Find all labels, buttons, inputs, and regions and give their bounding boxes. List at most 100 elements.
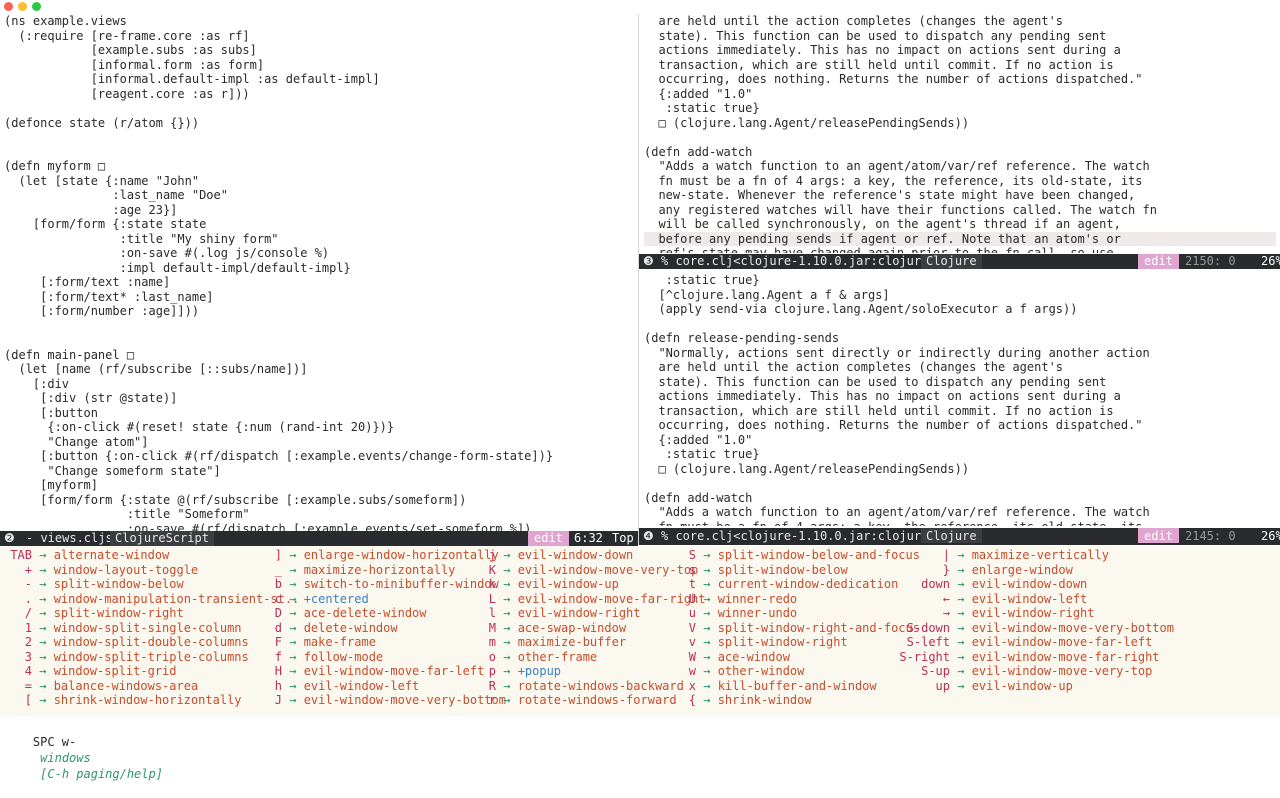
which-key-entry[interactable]: } → enlarge-window: [898, 563, 1174, 578]
paging-help-hint: [C-h paging/help]: [40, 767, 163, 781]
which-key-entry[interactable]: S-right → evil-window-move-far-right: [898, 650, 1174, 665]
which-key-entry[interactable]: l → evil-window-right: [482, 606, 706, 621]
which-key-entry[interactable]: t → current-window-dedication: [682, 577, 920, 592]
major-mode-label[interactable]: ClojureScript: [110, 531, 214, 546]
arrow-icon: →: [496, 649, 518, 664]
arrow-icon: →: [496, 548, 518, 562]
which-key-entry[interactable]: k → evil-window-up: [482, 577, 706, 592]
which-key-entry[interactable]: H → evil-window-move-far-left: [268, 664, 506, 679]
which-key-entry[interactable]: / → split-window-right: [4, 606, 299, 621]
arrow-icon: →: [696, 693, 718, 707]
cursor-position: 2145: 0: [1185, 529, 1236, 543]
which-key-entry[interactable]: J → evil-window-move-very-bottom: [268, 693, 506, 708]
which-key-key: .: [24, 591, 32, 606]
which-key-key: F: [274, 635, 282, 649]
arrow-icon: →: [496, 577, 518, 591]
which-key-entry[interactable]: F → make-frame: [268, 635, 506, 650]
which-key-entry[interactable]: down → evil-window-down: [898, 577, 1174, 592]
which-key-entry[interactable]: = → balance-windows-area: [4, 679, 299, 694]
which-key-entry[interactable]: [ → shrink-window-horizontally: [4, 693, 299, 708]
which-key-entry[interactable]: d → delete-window: [268, 621, 506, 636]
which-key-command: ace-swap-window: [517, 620, 627, 635]
code-line: new-state. Whenever the reference's stat…: [644, 188, 1136, 202]
which-key-entry[interactable]: 3 → window-split-triple-columns: [4, 650, 299, 665]
which-key-entry[interactable]: W → ace-window: [682, 650, 920, 665]
which-key-entry[interactable]: j → evil-window-down: [482, 548, 706, 563]
which-key-entry[interactable]: ← → evil-window-left: [898, 592, 1174, 607]
arrow-icon: →: [32, 620, 54, 635]
which-key-entry[interactable]: b → switch-to-minibuffer-window: [268, 577, 506, 592]
which-key-command: switch-to-minibuffer-window: [303, 577, 499, 591]
which-key-command: +popup: [517, 664, 562, 678]
which-key-key: V: [688, 620, 696, 635]
modeline-right-top: ❸ % core.clj<clojure-1.10.0.jar:clojure>…: [639, 254, 1280, 269]
which-key-entry[interactable]: K → evil-window-move-very-top: [482, 563, 706, 578]
which-key-entry[interactable]: - → split-window-below: [4, 577, 299, 592]
which-key-key: S-right: [899, 649, 950, 664]
which-key-entry[interactable]: x → kill-buffer-and-window: [682, 679, 920, 694]
which-key-entry[interactable]: → → evil-window-right: [898, 606, 1174, 621]
which-key-entry[interactable]: + → window-layout-toggle: [4, 563, 299, 578]
which-key-entry[interactable]: u → winner-undo: [682, 606, 920, 621]
which-key-entry[interactable]: 4 → window-split-grid: [4, 664, 299, 679]
which-key-entry[interactable]: 1 → window-split-single-column: [4, 621, 299, 636]
which-key-entry[interactable]: L → evil-window-move-far-right: [482, 592, 706, 607]
which-key-entry[interactable]: v → split-window-right: [682, 635, 920, 650]
which-key-entry[interactable]: U → winner-redo: [682, 592, 920, 607]
which-key-command: balance-windows-area: [53, 678, 199, 693]
arrow-icon: →: [32, 577, 54, 591]
which-key-command: ace-delete-window: [303, 606, 427, 620]
which-key-entry[interactable]: S-up → evil-window-move-very-top: [898, 664, 1174, 679]
which-key-entry[interactable]: up → evil-window-up: [898, 679, 1174, 694]
which-key-entry[interactable]: M → ace-swap-window: [482, 621, 706, 636]
which-key-key: [: [24, 693, 32, 707]
which-key-entry[interactable]: m → maximize-buffer: [482, 635, 706, 650]
which-key-entry[interactable]: D → ace-delete-window: [268, 606, 506, 621]
which-key-key: TAB: [10, 548, 32, 562]
which-key-entry[interactable]: o → other-frame: [482, 650, 706, 665]
which-key-entry[interactable]: R → rotate-windows-backward: [482, 679, 706, 694]
which-key-command: enlarge-window-horizontally: [303, 548, 499, 562]
major-mode-label[interactable]: Clojure: [921, 528, 982, 543]
which-key-entry[interactable]: | → maximize-vertically: [898, 548, 1174, 563]
which-key-entry[interactable]: TAB → alternate-window: [4, 548, 299, 563]
editor-left-views-cljs[interactable]: (ns example.views (:require [re-frame.co…: [4, 14, 634, 531]
which-key-key: 3: [24, 649, 32, 664]
which-key-entry[interactable]: 2 → window-split-double-columns: [4, 635, 299, 650]
arrow-icon: →: [496, 562, 518, 577]
arrow-icon: →: [32, 591, 54, 606]
arrow-icon: →: [950, 620, 972, 635]
which-key-entry[interactable]: c → +centered: [268, 592, 506, 607]
close-window-button[interactable]: [4, 2, 13, 11]
which-key-entry[interactable]: . → window-manipulation-transient-st..: [4, 591, 300, 607]
which-key-entry[interactable]: w → other-window: [682, 664, 920, 679]
which-key-entry[interactable]: S → split-window-below-and-focus: [682, 548, 920, 563]
which-key-entry[interactable]: p → +popup: [482, 664, 706, 679]
minimize-window-button[interactable]: [18, 2, 27, 11]
major-mode-label[interactable]: Clojure: [921, 254, 982, 269]
zoom-window-button[interactable]: [32, 2, 41, 11]
which-key-column: S → split-window-below-and-focus s → spli…: [682, 548, 920, 708]
which-key-entry[interactable]: S-left → evil-window-move-far-left: [898, 635, 1174, 650]
which-key-entry[interactable]: _ → maximize-horizontally: [268, 563, 506, 578]
which-key-command: split-window-right: [53, 606, 184, 620]
editor-right-top-core-clj[interactable]: are held until the action completes (cha…: [644, 14, 1276, 253]
which-key-entry[interactable]: { → shrink-window: [682, 693, 920, 708]
which-key-entry[interactable]: r → rotate-windows-forward: [482, 693, 706, 708]
which-key-entry[interactable]: h → evil-window-left: [268, 679, 506, 694]
arrow-icon: →: [696, 678, 718, 693]
code-line: [form/form {:state state: [4, 217, 207, 231]
editor-right-bottom-core-clj[interactable]: :static true} [^clojure.lang.Agent a f &…: [644, 273, 1276, 526]
which-key-entry[interactable]: S-down → evil-window-move-very-bottom: [898, 621, 1174, 636]
which-key-entry[interactable]: f → follow-mode: [268, 650, 506, 665]
vertical-divider[interactable]: [638, 14, 639, 545]
which-key-key: M: [488, 620, 496, 635]
which-key-entry[interactable]: V → split-window-right-and-focus: [682, 621, 920, 636]
which-key-key: D: [274, 606, 282, 620]
arrow-icon: →: [950, 562, 972, 577]
which-key-entry[interactable]: s → split-window-below: [682, 563, 920, 578]
code-line: before any pending sends if agent or ref…: [644, 231, 1276, 246]
code-line: transaction, which are still held until …: [644, 57, 1114, 72]
buffer-name: - views.cljs: [26, 531, 113, 545]
which-key-entry[interactable]: ] → enlarge-window-horizontally: [268, 548, 506, 563]
